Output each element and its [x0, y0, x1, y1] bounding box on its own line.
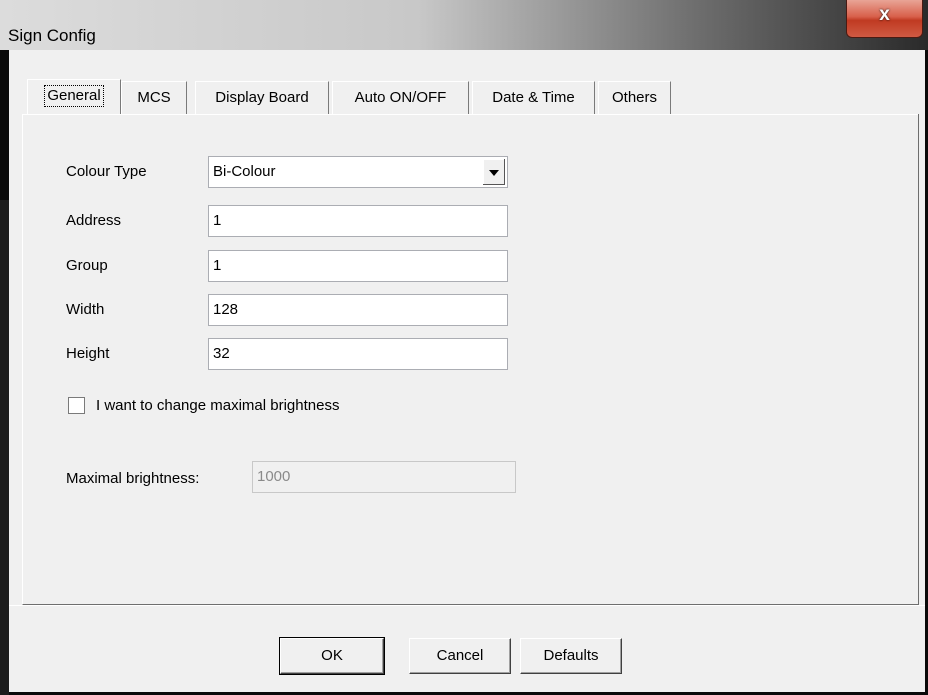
max-brightness-label: Maximal brightness:: [66, 470, 200, 487]
group-input[interactable]: 1: [208, 250, 508, 282]
close-icon: x: [879, 4, 890, 25]
group-label: Group: [66, 257, 108, 274]
width-label: Width: [66, 301, 105, 318]
close-button[interactable]: x: [846, 0, 923, 38]
brightness-checkbox[interactable]: [68, 397, 85, 414]
width-input[interactable]: 128: [208, 294, 508, 326]
tab-date-time[interactable]: Date & Time: [472, 81, 595, 114]
tab-others[interactable]: Others: [598, 81, 671, 114]
address-label: Address: [66, 212, 122, 229]
button-bar-separator: [9, 605, 925, 606]
brightness-checkbox-label[interactable]: I want to change maximal brightness: [96, 397, 339, 414]
chevron-down-icon[interactable]: [482, 159, 505, 185]
max-brightness-input[interactable]: 1000: [252, 461, 516, 493]
defaults-button[interactable]: Defaults: [520, 638, 622, 674]
address-input[interactable]: 1: [208, 205, 508, 237]
tab-general[interactable]: General: [27, 79, 121, 114]
window-title: Sign Config: [8, 26, 96, 45]
colour-type-select[interactable]: Bi-Colour: [208, 156, 508, 188]
ok-button[interactable]: OK: [279, 637, 385, 675]
height-label: Height: [66, 345, 110, 362]
tab-mcs[interactable]: MCS: [121, 81, 187, 114]
colour-type-value: Bi-Colour: [213, 163, 276, 180]
title-bar[interactable]: Sign Config x: [0, 0, 928, 50]
cancel-button[interactable]: Cancel: [409, 638, 511, 674]
tab-auto-on-off[interactable]: Auto ON/OFF: [332, 81, 469, 114]
height-input[interactable]: 32: [208, 338, 508, 370]
tab-display-board[interactable]: Display Board: [195, 81, 329, 114]
colour-type-label: Colour Type: [66, 163, 147, 180]
window-left-edge: [0, 200, 9, 695]
